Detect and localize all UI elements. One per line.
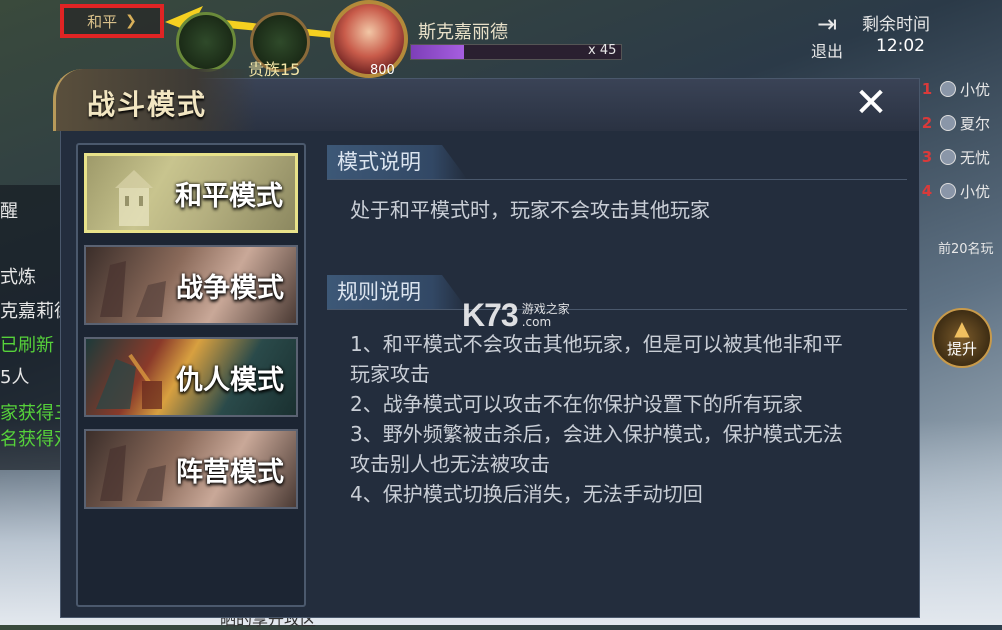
combat-mode-selector[interactable]: 和平 ❯ (60, 4, 164, 38)
mode-label: 和平模式 (175, 180, 283, 212)
ranking-row[interactable]: 4 小优 (918, 174, 1002, 208)
dialog-title: 战斗模式 (87, 88, 208, 121)
upgrade-button[interactable]: ▲ 提升 (932, 308, 992, 368)
left-text: 式炼 (0, 267, 36, 288)
hero-avatar[interactable] (330, 0, 408, 78)
combat-mode-dialog: 战斗模式 ✕ 和平模式 战争模式 仇人模式 阵营模式 模式说明 处于和平模式时，… (53, 69, 920, 618)
ranking-row[interactable]: 3 无忧 (918, 140, 1002, 174)
rule-line: 攻击别人也无法被攻击 (350, 452, 550, 476)
ranking-footer: 前20名玩 (938, 242, 994, 257)
rank-number: 2 (921, 114, 933, 132)
arrow-up-icon: ▲ (954, 315, 970, 340)
skill-orb-icon[interactable] (176, 12, 236, 72)
rank-name: 小优 (960, 182, 991, 201)
watermark: K73 游戏之家 .com (462, 297, 570, 334)
rule-line: 玩家攻击 (350, 362, 430, 386)
watermark-subtext: 游戏之家 .com (521, 301, 570, 329)
ruins-scene-icon (100, 445, 166, 501)
rank-avatar-icon (940, 183, 956, 199)
mode-label: 阵营模式 (176, 456, 284, 488)
chevron-down-icon: ❯ (125, 13, 137, 29)
mode-desc-title: 模式说明 (327, 145, 467, 179)
mode-desc-text: 处于和平模式时，玩家不会攻击其他玩家 (350, 198, 710, 222)
tower-scene-icon (115, 170, 153, 226)
rank-avatar-icon (940, 149, 956, 165)
rules-text: 1、和平模式不会攻击其他玩家，但是可以被其他非和平 玩家攻击 2、战争模式可以攻… (350, 329, 910, 509)
rule-line: 4、保护模式切换后消失，无法手动切回 (350, 482, 703, 506)
rules-header: 规则说明 (327, 275, 907, 310)
rule-line: 3、野外频繁被击杀后，会进入保护模式，保护模式无法 (350, 422, 843, 446)
avatar-level: 800 (370, 63, 395, 78)
watermark-line: .com (521, 314, 552, 329)
mode-label: 战争模式 (176, 272, 284, 304)
rule-line: 2、战争模式可以攻击不在你保护设置下的所有玩家 (350, 392, 803, 416)
rank-name: 夏尔 (960, 114, 991, 133)
rules-title: 规则说明 (327, 275, 467, 309)
ranking-list: 1 小优 2 夏尔 3 无忧 4 小优 (918, 72, 1002, 208)
mode-option-camp[interactable]: 阵营模式 (84, 429, 298, 509)
mode-option-peace[interactable]: 和平模式 (84, 153, 298, 233)
rank-number: 4 (921, 182, 933, 200)
rank-number: 1 (921, 80, 933, 98)
rank-avatar-icon (940, 81, 956, 97)
fortress-scene-icon (96, 353, 162, 409)
watermark-line: 游戏之家 (521, 301, 570, 316)
exit-icon: ⇥ (816, 10, 838, 38)
rule-line: 1、和平模式不会攻击其他玩家，但是可以被其他非和平 (350, 332, 843, 356)
exit-button[interactable]: ⇥ 退出 (806, 10, 848, 62)
ruins-scene-icon (100, 261, 166, 317)
mode-list: 和平模式 战争模式 仇人模式 阵营模式 (76, 143, 306, 607)
mode-desc-header: 模式说明 (327, 145, 907, 180)
rank-avatar-icon (940, 115, 956, 131)
left-text: 5人 (0, 367, 30, 388)
hero-name: 斯克嘉丽德 (418, 22, 508, 43)
close-button[interactable]: ✕ (851, 83, 891, 123)
upgrade-label: 提升 (946, 339, 977, 358)
ranking-row[interactable]: 2 夏尔 (918, 106, 1002, 140)
mode-label: 仇人模式 (176, 364, 284, 396)
combat-mode-label: 和平 (87, 12, 118, 31)
mode-option-enemy[interactable]: 仇人模式 (84, 337, 298, 417)
left-text: 醒 (0, 201, 18, 222)
timer-label: 剩余时间 (862, 15, 930, 35)
rank-name: 无忧 (960, 148, 991, 167)
ranking-row[interactable]: 1 小优 (918, 72, 1002, 106)
left-text: 已刷新 (0, 335, 54, 356)
watermark-logo: K73 (462, 297, 519, 333)
rank-name: 小优 (960, 80, 991, 99)
hero-count: x 45 (588, 43, 617, 58)
hero-progress-fill (411, 45, 464, 59)
timer-value: 12:02 (876, 36, 925, 56)
close-icon: ✕ (854, 80, 888, 126)
rank-number: 3 (921, 148, 933, 166)
exit-label: 退出 (810, 42, 843, 61)
mode-option-war[interactable]: 战争模式 (84, 245, 298, 325)
